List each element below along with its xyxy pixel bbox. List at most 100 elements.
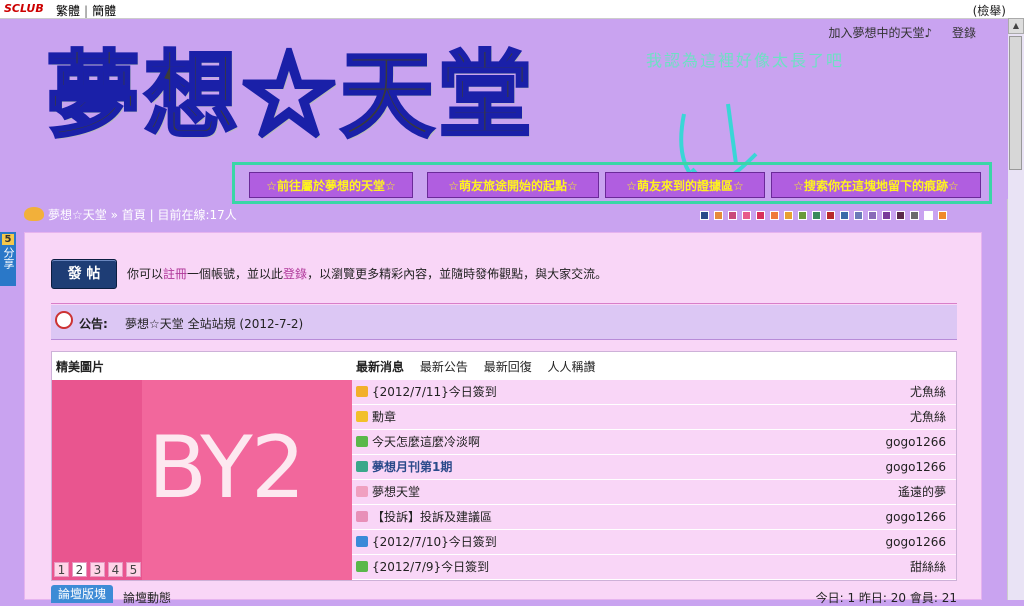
clock-icon xyxy=(55,311,73,329)
divider: | xyxy=(84,4,89,18)
theme-swatch[interactable] xyxy=(854,211,863,220)
register-link[interactable]: 註冊 xyxy=(163,267,187,281)
news-title-link[interactable]: {2012/7/10}今日簽到 xyxy=(372,530,497,554)
image-overlay xyxy=(52,380,142,580)
tab-latest-announcements[interactable]: 最新公告 xyxy=(420,360,468,374)
news-author-link[interactable]: 尤魚絲 xyxy=(910,380,946,404)
tab-forum-activity[interactable]: 論壇動態 xyxy=(123,589,171,606)
share-count-badge: 5 xyxy=(2,234,14,245)
news-title-link[interactable]: {2012/7/11}今日簽到 xyxy=(372,380,497,404)
featured-image[interactable]: BY2 12345 xyxy=(52,380,352,580)
topic-icon xyxy=(356,386,368,397)
home-icon[interactable] xyxy=(24,207,44,221)
theme-swatch[interactable] xyxy=(840,211,849,220)
news-tabs: 最新消息 最新公告 最新回復 人人稱讚 xyxy=(356,358,608,375)
nav-dream-heaven[interactable]: ☆前往屬於夢想的天堂☆ xyxy=(249,172,413,198)
nav-evidence-area[interactable]: ☆萌友來到的證據區☆ xyxy=(605,172,765,198)
intro-text: ，以瀏覽更多精彩內容，並隨時發佈觀點，與大家交流。 xyxy=(307,267,608,281)
theme-swatch[interactable] xyxy=(924,211,933,220)
theme-swatch[interactable] xyxy=(868,211,877,220)
pager-page[interactable]: 3 xyxy=(90,562,105,577)
pager-page[interactable]: 1 xyxy=(54,562,69,577)
breadcrumb: 夢想☆天堂 » 首頁 | 目前在線:17人 xyxy=(24,206,237,223)
share-tab[interactable]: 5 分享 xyxy=(0,232,16,286)
breadcrumb-sep: » xyxy=(110,208,118,222)
theme-swatch[interactable] xyxy=(938,211,947,220)
nav-search-traces[interactable]: ☆搜索你在這塊地留下的痕跡☆ xyxy=(771,172,981,198)
theme-swatch[interactable] xyxy=(882,211,891,220)
news-author-link[interactable]: gogo1266 xyxy=(886,530,946,554)
theme-swatch[interactable] xyxy=(700,211,709,220)
forum-stats: 今日: 1 昨日: 20 會員: 21 xyxy=(815,591,957,605)
intro-text: 一個帳號，並以此 xyxy=(187,267,284,281)
news-author-link[interactable]: 遙遠的夢 xyxy=(898,480,946,504)
news-row: 勳章 尤魚絲 xyxy=(352,405,956,430)
site-logo[interactable]: 夢想☆天堂 xyxy=(44,48,536,145)
main-panel: 發 帖 你可以註冊一個帳號，並以此登錄，以瀏覽更多精彩內容，並隨時發佈觀點，與大… xyxy=(24,232,982,605)
intro-login-link[interactable]: 登錄 xyxy=(283,267,307,281)
news-title-link[interactable]: 【投訴】投訴及建議區 xyxy=(372,505,492,529)
news-author-link[interactable]: 尤魚絲 xyxy=(910,405,946,429)
breadcrumb-home[interactable]: 首頁 xyxy=(122,208,146,222)
news-author-link[interactable]: gogo1266 xyxy=(886,505,946,529)
pager-page[interactable]: 4 xyxy=(108,562,123,577)
divider xyxy=(51,303,957,304)
picture-section-title: 精美圖片 xyxy=(56,360,105,374)
nav-frame: ☆前往屬於夢想的天堂☆ ☆萌友旅途開始的起點☆ ☆萌友來到的證據區☆ ☆搜索你在… xyxy=(232,162,992,204)
report-link[interactable]: (檢舉) xyxy=(973,2,1006,19)
news-title-link[interactable]: 夢想月刊第1期 xyxy=(372,455,452,479)
scroll-thumb[interactable] xyxy=(1009,36,1022,170)
announcement-link[interactable]: 夢想☆天堂 全站站規 (2012-7-2) xyxy=(125,315,303,332)
theme-swatch[interactable] xyxy=(784,211,793,220)
news-row: 夢想月刊第1期 gogo1266 xyxy=(352,455,956,480)
breadcrumb-site[interactable]: 夢想☆天堂 xyxy=(48,208,107,222)
system-bar: SCLUB 繁體 | 簡體 (檢舉) xyxy=(0,0,1024,19)
topic-icon xyxy=(356,411,368,422)
online-count: 目前在線:17人 xyxy=(157,208,237,222)
theme-swatch[interactable] xyxy=(714,211,723,220)
tab-latest-replies[interactable]: 最新回復 xyxy=(484,360,532,374)
guest-intro: 你可以註冊一個帳號，並以此登錄，以瀏覽更多精彩內容，並隨時發佈觀點，與大家交流。 xyxy=(127,265,607,282)
announcement-label: 公告: xyxy=(79,317,108,331)
theme-swatch[interactable] xyxy=(798,211,807,220)
news-author-link[interactable]: 甜絲絲 xyxy=(910,555,946,579)
theme-swatch[interactable] xyxy=(770,211,779,220)
news-title-link[interactable]: 勳章 xyxy=(372,405,396,429)
theme-swatch[interactable] xyxy=(910,211,919,220)
news-row: 今天怎麼這麼冷淡啊 gogo1266 xyxy=(352,430,956,455)
theme-swatch[interactable] xyxy=(826,211,835,220)
lang-traditional-link[interactable]: 繁體 xyxy=(56,4,80,18)
tab-latest-news[interactable]: 最新消息 xyxy=(356,360,404,374)
pager-page[interactable]: 5 xyxy=(126,562,141,577)
news-title-link[interactable]: 夢想天堂 xyxy=(372,480,420,504)
theme-swatch[interactable] xyxy=(742,211,751,220)
login-link[interactable]: 登錄 xyxy=(952,26,976,40)
lang-simplified-link[interactable]: 簡體 xyxy=(92,4,116,18)
featured-box: 精美圖片 BY2 12345 最新消息 最新公告 最新回復 人人稱讚 {2012… xyxy=(51,351,957,581)
topic-icon xyxy=(356,561,368,572)
topic-icon xyxy=(356,486,368,497)
intro-text: 你可以 xyxy=(127,267,164,281)
join-link[interactable]: 加入夢想中的天堂♪ xyxy=(828,26,932,40)
nav-journey-start[interactable]: ☆萌友旅途開始的起點☆ xyxy=(427,172,599,198)
tab-forum-boards[interactable]: 論壇版塊 xyxy=(51,585,113,603)
theme-swatch[interactable] xyxy=(896,211,905,220)
topic-icon xyxy=(356,511,368,522)
announcement-bar: 公告: 夢想☆天堂 全站站規 (2012-7-2) xyxy=(51,305,957,340)
theme-swatch[interactable] xyxy=(812,211,821,220)
theme-swatch[interactable] xyxy=(728,211,737,220)
news-author-link[interactable]: gogo1266 xyxy=(886,455,946,479)
news-title-link[interactable]: 今天怎麼這麼冷淡啊 xyxy=(372,430,480,454)
vertical-scrollbar[interactable]: ▲ xyxy=(1007,18,1024,600)
news-title-link[interactable]: {2012/7/9}今日簽到 xyxy=(372,555,489,579)
tab-most-liked[interactable]: 人人稱讚 xyxy=(548,360,596,374)
topic-icon xyxy=(356,461,368,472)
post-button[interactable]: 發 帖 xyxy=(51,259,117,289)
news-author-link[interactable]: gogo1266 xyxy=(886,430,946,454)
news-row: {2012/7/9}今日簽到 甜絲絲 xyxy=(352,555,956,580)
sclub-logo[interactable]: SCLUB xyxy=(4,2,44,15)
theme-swatch[interactable] xyxy=(756,211,765,220)
theme-color-switcher xyxy=(700,209,952,223)
scroll-up-icon[interactable]: ▲ xyxy=(1008,18,1024,34)
pager-page[interactable]: 2 xyxy=(72,562,87,577)
